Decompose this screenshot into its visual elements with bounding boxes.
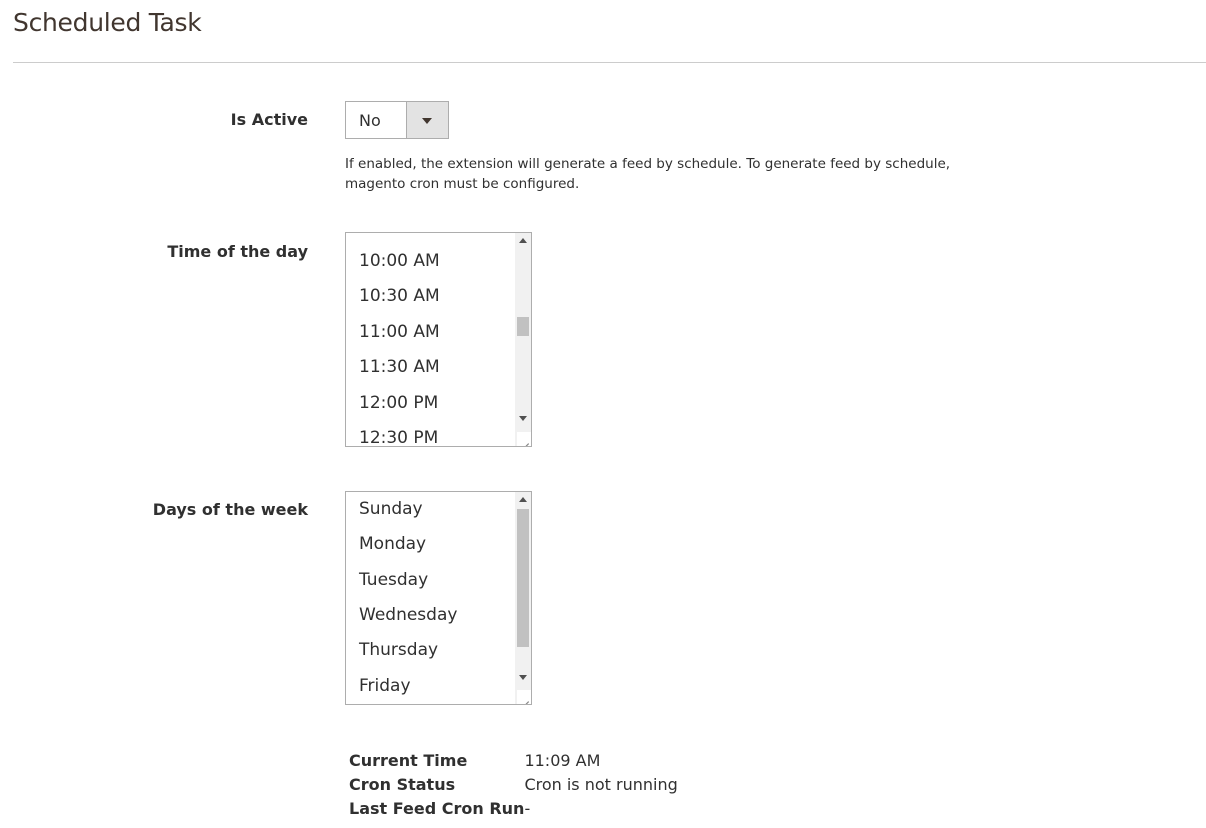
scroll-up-icon[interactable] (519, 497, 527, 502)
time-option[interactable]: 12:30 PM (359, 428, 438, 446)
time-option[interactable]: 10:30 AM (359, 286, 440, 306)
is-active-note: If enabled, the extension will generate … (345, 156, 951, 192)
is-active-select[interactable]: No (345, 101, 449, 139)
days-of-week-label: Days of the week (152, 500, 308, 519)
cron-status-label: Cron Status (349, 774, 456, 794)
cron-status-table: Current Time 11:09 AM Cron Status Cron i… (349, 748, 678, 820)
day-option[interactable]: Tuesday (359, 570, 428, 590)
days-of-week-scrollbar[interactable] (515, 492, 531, 704)
status-row-cron-status: Cron Status Cron is not running (349, 772, 678, 796)
time-option[interactable]: 12:00 PM (359, 393, 438, 413)
last-feed-cron-run-label: Last Feed Cron Run (349, 798, 525, 818)
scrollbar-thumb[interactable] (517, 317, 529, 336)
resize-grip-icon[interactable] (517, 432, 531, 446)
scroll-down-icon[interactable] (519, 675, 527, 680)
section-title: Scheduled Task (13, 8, 202, 37)
day-option[interactable]: Friday (359, 676, 411, 696)
scroll-up-icon[interactable] (519, 238, 527, 243)
cron-status-value: Cron is not running (524, 774, 678, 794)
time-option[interactable]: 11:00 AM (359, 322, 440, 342)
is-active-dropdown-toggle[interactable] (406, 102, 448, 138)
days-of-week-multiselect[interactable]: Sunday Monday Tuesday Wednesday Thursday… (345, 491, 532, 705)
scrollbar-thumb[interactable] (517, 509, 529, 647)
resize-grip-icon[interactable] (517, 690, 531, 704)
time-option[interactable]: 10:00 AM (359, 251, 440, 271)
current-time-label: Current Time (349, 750, 468, 770)
chevron-down-icon (422, 118, 432, 124)
day-option[interactable]: Wednesday (359, 605, 457, 625)
day-option[interactable]: Sunday (359, 499, 423, 519)
is-active-selected-value: No (359, 111, 381, 130)
days-of-week-options: Sunday Monday Tuesday Wednesday Thursday… (346, 492, 515, 704)
day-option[interactable]: Monday (359, 534, 426, 554)
time-of-day-scrollbar[interactable] (515, 233, 531, 446)
status-row-last-run: Last Feed Cron Run - (349, 796, 678, 820)
day-option[interactable]: Thursday (359, 640, 438, 660)
status-row-current-time: Current Time 11:09 AM (349, 748, 678, 772)
time-of-day-label: Time of the day (167, 242, 308, 261)
section-divider (13, 62, 1206, 63)
time-option[interactable]: 11:30 AM (359, 357, 440, 377)
time-of-day-multiselect[interactable]: 10:00 AM 10:30 AM 11:00 AM 11:30 AM 12:0… (345, 232, 532, 447)
is-active-label: Is Active (230, 110, 308, 129)
scroll-down-icon[interactable] (519, 416, 527, 421)
time-of-day-options: 10:00 AM 10:30 AM 11:00 AM 11:30 AM 12:0… (346, 233, 515, 446)
current-time-value: 11:09 AM (524, 750, 601, 770)
last-feed-cron-run-value: - (524, 798, 531, 818)
